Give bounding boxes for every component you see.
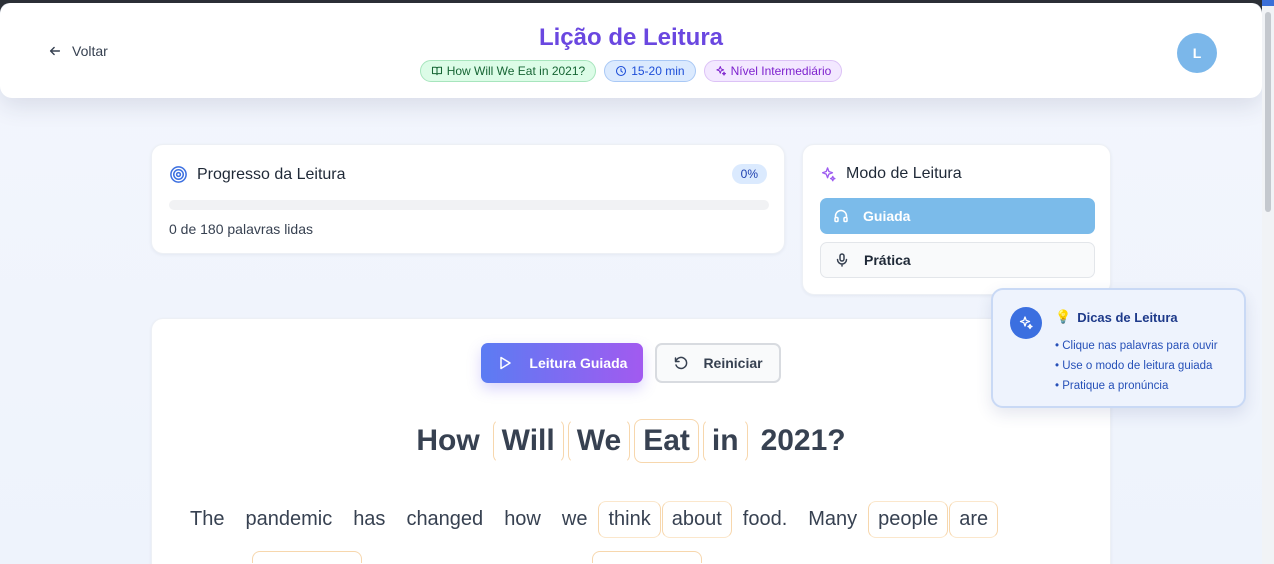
tips-title: 💡 Dicas de Leitura <box>1055 309 1178 325</box>
title-word[interactable]: Will <box>492 419 564 463</box>
tip-item: • Use o modo de leitura guiada <box>1055 360 1213 372</box>
story-word[interactable]: how <box>494 501 551 538</box>
reading-mode-header: Modo de Leitura <box>820 165 962 183</box>
tip-item: • Clique nas palavras para ouvir <box>1055 340 1218 352</box>
story-word[interactable]: has <box>343 501 395 538</box>
story-badge: How Will We Eat in 2021? <box>419 60 597 82</box>
story-text-line: The pandemic has changed how we think ab… <box>180 501 999 538</box>
scrollbar-top-edge <box>1262 0 1274 6</box>
play-icon <box>500 356 512 370</box>
progress-title: Progresso da Leitura <box>197 165 346 183</box>
story-next-line-partial <box>252 551 702 563</box>
level-badge-label: Nível Intermediário <box>730 64 832 78</box>
title-word[interactable]: How <box>407 419 488 463</box>
progress-card-header: Progresso da Leitura <box>169 165 346 184</box>
story-word[interactable]: we <box>552 501 598 538</box>
story-word[interactable]: Many <box>798 501 867 538</box>
sparkles-icon <box>821 166 836 181</box>
mode-guided-button[interactable]: Guiada <box>820 198 1095 234</box>
story-word[interactable]: are <box>949 501 999 538</box>
scrollbar-thumb[interactable] <box>1265 12 1271 212</box>
word-highlight-partial <box>252 551 362 563</box>
page-title: Lição de Leitura <box>538 24 724 51</box>
sparkles-icon <box>1019 316 1033 330</box>
microphone-icon <box>836 253 848 267</box>
clock-icon <box>616 65 627 77</box>
app-viewport: Voltar Lição de Leitura How Will We Eat … <box>0 3 1262 564</box>
book-icon <box>431 66 442 76</box>
guided-reading-label: Leitura Guiada <box>529 355 628 371</box>
target-icon <box>170 166 187 183</box>
top-header: Voltar Lição de Leitura How Will We Eat … <box>0 3 1262 98</box>
story-word[interactable]: changed <box>396 501 493 538</box>
tips-list: • Clique nas palavras para ouvir • Use o… <box>1055 336 1218 396</box>
story-word[interactable]: about <box>661 501 732 538</box>
mode-practice-button[interactable]: Prática <box>820 242 1095 278</box>
story-title: How Will We Eat in 2021? <box>152 419 1110 463</box>
duration-badge: 15-20 min <box>604 60 696 82</box>
page-scrollbar[interactable] <box>1262 0 1274 564</box>
progress-percent-badge: 0% <box>731 164 767 184</box>
headphones-icon <box>834 209 848 223</box>
title-word[interactable]: 2021? <box>752 419 855 463</box>
mode-guided-label: Guiada <box>863 208 911 224</box>
reset-button[interactable]: Reiniciar <box>655 343 781 383</box>
story-word[interactable]: pandemic <box>235 501 342 538</box>
level-badge: Nível Intermediário <box>703 60 843 82</box>
reading-mode-card: Modo de Leitura Guiada Prática <box>802 144 1111 295</box>
lesson-badges: How Will We Eat in 2021? 15-20 min Nível… <box>0 60 1262 82</box>
title-word[interactable]: We <box>567 419 631 463</box>
lightbulb-icon: 💡 <box>1055 309 1072 324</box>
reading-mode-title: Modo de Leitura <box>846 165 962 182</box>
progress-bar <box>169 200 769 210</box>
tip-item: • Pratique a pronúncia <box>1055 380 1169 392</box>
tips-icon-circle <box>1010 307 1042 339</box>
sparkles-icon <box>715 66 726 76</box>
avatar[interactable]: L <box>1177 33 1217 73</box>
reading-card: Leitura Guiada Reiniciar How Will We Eat… <box>151 318 1111 564</box>
story-word[interactable]: The <box>180 501 234 538</box>
story-word[interactable]: people <box>868 501 949 538</box>
rotate-ccw-icon <box>675 356 688 370</box>
title-word[interactable]: in <box>702 419 748 463</box>
word-highlight-partial <box>592 551 702 563</box>
reading-actions: Leitura Guiada Reiniciar <box>152 343 1110 383</box>
reset-label: Reiniciar <box>703 355 763 371</box>
story-badge-label: How Will We Eat in 2021? <box>446 64 586 78</box>
reading-tips-popover: 💡 Dicas de Leitura • Clique nas palavras… <box>991 288 1246 408</box>
title-word[interactable]: Eat <box>634 419 699 463</box>
progress-card: Progresso da Leitura 0% 0 de 180 palavra… <box>151 144 785 254</box>
words-read-text: 0 de 180 palavras lidas <box>169 221 313 237</box>
duration-badge-label: 15-20 min <box>631 64 685 78</box>
mode-practice-label: Prática <box>864 252 911 268</box>
tips-title-text: Dicas de Leitura <box>1077 309 1178 325</box>
story-word[interactable]: think <box>598 501 661 538</box>
story-word[interactable]: food. <box>733 501 797 538</box>
guided-reading-button[interactable]: Leitura Guiada <box>481 343 644 383</box>
